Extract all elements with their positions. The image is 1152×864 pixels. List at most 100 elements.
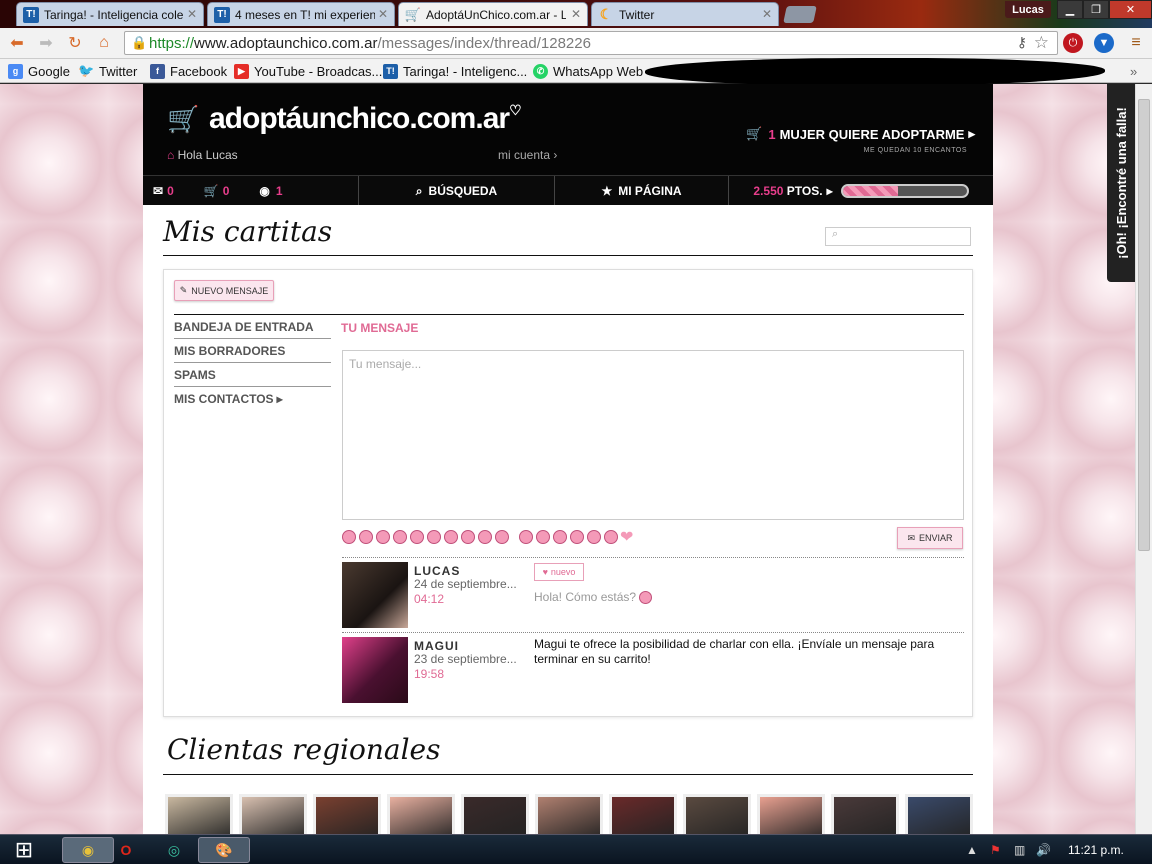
address-bar[interactable]: 🔒 https://www.adoptaunchico.com.ar/messa… (124, 31, 1058, 55)
paint-taskbar-icon[interactable]: 🎨 (198, 837, 250, 863)
emoji-sad-icon[interactable] (427, 530, 441, 544)
opera-taskbar-icon[interactable]: O (100, 837, 152, 863)
regional-client-thumbnail[interactable] (683, 794, 751, 834)
bookmark-youtube[interactable]: ▶ YouTube - Broadcas... (234, 62, 382, 80)
send-button[interactable]: ✉ ENVIAR (897, 527, 963, 549)
nav-my-page[interactable]: ★ MI PÁGINA (555, 176, 729, 206)
message-time: 19:58 (414, 667, 445, 681)
bookmark-label: Taringa! - Inteligenc... (403, 63, 528, 79)
nav-search[interactable]: ⌕ BÚSQUEDA (359, 176, 555, 206)
taskbar-clock[interactable]: 11:21 p.m. (1068, 843, 1124, 857)
close-window-button[interactable]: ✕ (1109, 0, 1152, 19)
tab-title: AdoptáUnChico.com.ar - L (426, 7, 566, 22)
close-tab-icon[interactable]: ✕ (187, 7, 197, 21)
tray-flag-icon[interactable]: ⚑ (990, 843, 1001, 857)
home-icon[interactable]: ⌂ (94, 33, 114, 53)
bookmarks-overflow-icon[interactable]: » (1130, 62, 1137, 80)
bookmark-taringa[interactable]: T! Taringa! - Inteligenc... (383, 62, 527, 80)
regional-client-thumbnail[interactable] (535, 794, 603, 834)
emoji-angry-icon[interactable] (478, 530, 492, 544)
reload-icon[interactable]: ↻ (65, 33, 85, 53)
shield-icon[interactable]: ▼ (1094, 33, 1114, 53)
emoji-kiss-icon[interactable] (519, 530, 533, 544)
emoji-devil-icon[interactable] (553, 530, 567, 544)
tray-volume-icon[interactable]: 🔊 (1036, 843, 1051, 857)
regional-client-thumbnail[interactable] (387, 794, 455, 834)
emoji-tongue-icon[interactable] (393, 530, 407, 544)
emoji-heart-icon[interactable]: ❤ (620, 527, 633, 547)
cart-icon[interactable]: 🛒 (204, 184, 219, 198)
sidebar-item-inbox[interactable]: BANDEJA DE ENTRADA (174, 315, 331, 339)
adblock-icon[interactable]: ⏻ (1063, 33, 1083, 53)
new-message-button[interactable]: ✎ NUEVO MENSAJE (174, 280, 274, 301)
regional-client-thumbnail[interactable] (165, 794, 233, 834)
minimize-button[interactable]: ▁ (1057, 0, 1083, 19)
logo-text: adoptáunchico.com.ar (209, 102, 510, 135)
emoji-happy-icon[interactable] (604, 530, 618, 544)
page-scrollbar[interactable] (1135, 84, 1152, 834)
avatar[interactable] (342, 637, 408, 703)
regional-client-thumbnail[interactable] (905, 794, 973, 834)
adopt-requests[interactable]: 🛒 1 MUJER QUIERE ADOPTARME ▸ (746, 126, 975, 142)
feedback-tab[interactable]: ¡Oh! ¡Encontré una falla! (1107, 84, 1135, 282)
avatar[interactable] (342, 562, 408, 628)
emoji-laugh-icon[interactable] (410, 530, 424, 544)
key-icon[interactable]: ⚷ (1017, 34, 1027, 51)
sidebar-item-contacts[interactable]: MIS CONTACTOS ▸ (174, 387, 331, 411)
emoji-cry-icon[interactable] (461, 530, 475, 544)
bookmark-facebook[interactable]: f Facebook (150, 62, 227, 80)
tray-arrow-icon[interactable]: ▲ (966, 843, 978, 857)
sidebar-item-spams[interactable]: SPAMS (174, 363, 331, 387)
greeting[interactable]: ⌂ Hola Lucas (167, 148, 238, 162)
close-tab-icon[interactable]: ✕ (378, 7, 388, 21)
emoji-smile-icon[interactable] (342, 530, 356, 544)
bookmark-google[interactable]: g Google (8, 62, 70, 80)
forward-arrow-icon[interactable]: ➡ (36, 33, 56, 53)
chevron-right-icon: ▸ (968, 126, 975, 141)
browser-user-badge[interactable]: Lucas (1005, 1, 1051, 18)
tray-network-icon[interactable]: ▥ (1014, 843, 1025, 857)
browser-tab-adoptaunchico[interactable]: 🛒 AdoptáUnChico.com.ar - L ✕ (398, 2, 588, 26)
emoji-wink-icon[interactable] (376, 530, 390, 544)
emoji-grin-icon[interactable] (359, 530, 373, 544)
tripadvisor-taskbar-icon[interactable]: ◎ (148, 837, 200, 863)
emoji-surprised-icon[interactable] (444, 530, 458, 544)
browser-tab-twitter[interactable]: ☾ Twitter ✕ (591, 2, 779, 26)
scrollbar-thumb[interactable] (1138, 99, 1150, 551)
emoji-angel-icon[interactable] (536, 530, 550, 544)
regional-client-thumbnail[interactable] (313, 794, 381, 834)
bookmark-star-icon[interactable]: ☆ (1034, 33, 1049, 53)
bookmark-twitter[interactable]: 🐦 Twitter (78, 62, 137, 80)
account-link[interactable]: mi cuenta › (498, 148, 557, 162)
menu-icon[interactable]: ≡ (1126, 33, 1146, 53)
new-tab-button[interactable] (783, 6, 817, 23)
eye-icon[interactable]: ◉ (259, 184, 269, 198)
bookmark-whatsapp[interactable]: ✆ WhatsApp Web (533, 62, 643, 80)
browser-tab-taringa-2[interactable]: T! 4 meses en T! mi experien ✕ (207, 2, 395, 26)
regional-client-thumbnail[interactable] (757, 794, 825, 834)
emoji-love-icon[interactable] (587, 530, 601, 544)
message-textarea[interactable]: Tu mensaje... (342, 350, 964, 520)
regional-client-thumbnail[interactable] (609, 794, 677, 834)
sender-name: LUCAS (414, 564, 461, 578)
maximize-button[interactable]: ❐ (1083, 0, 1109, 19)
search-input[interactable]: ⌕ (825, 227, 971, 246)
emoji-cool-icon[interactable] (495, 530, 509, 544)
regional-client-thumbnail[interactable] (461, 794, 529, 834)
close-tab-icon[interactable]: ✕ (762, 7, 772, 21)
back-arrow-icon[interactable]: ⬅ (7, 33, 27, 53)
sidebar-item-drafts[interactable]: MIS BORRADORES (174, 339, 331, 363)
nav-points[interactable]: 2.550 PTOS. ▸ (729, 176, 993, 206)
thread-message: MAGUI 23 de septiembre... 19:58 Magui te… (342, 632, 964, 707)
sidebar-label: SPAMS (174, 367, 216, 382)
envelope-icon[interactable]: ✉ (153, 184, 163, 198)
emoji-blush-icon[interactable] (570, 530, 584, 544)
points-value: 2.550 (753, 184, 784, 198)
windows-start-icon[interactable]: ⊞ (6, 835, 42, 864)
browser-tab-taringa-1[interactable]: T! Taringa! - Inteligencia cole ✕ (16, 2, 204, 26)
regional-client-thumbnail[interactable] (831, 794, 899, 834)
site-logo[interactable]: 🛒 adoptáunchico.com.ar♡ (167, 102, 522, 136)
regional-client-thumbnail[interactable] (239, 794, 307, 834)
adopt-count: 1 (768, 126, 776, 142)
close-tab-icon[interactable]: ✕ (571, 7, 581, 21)
